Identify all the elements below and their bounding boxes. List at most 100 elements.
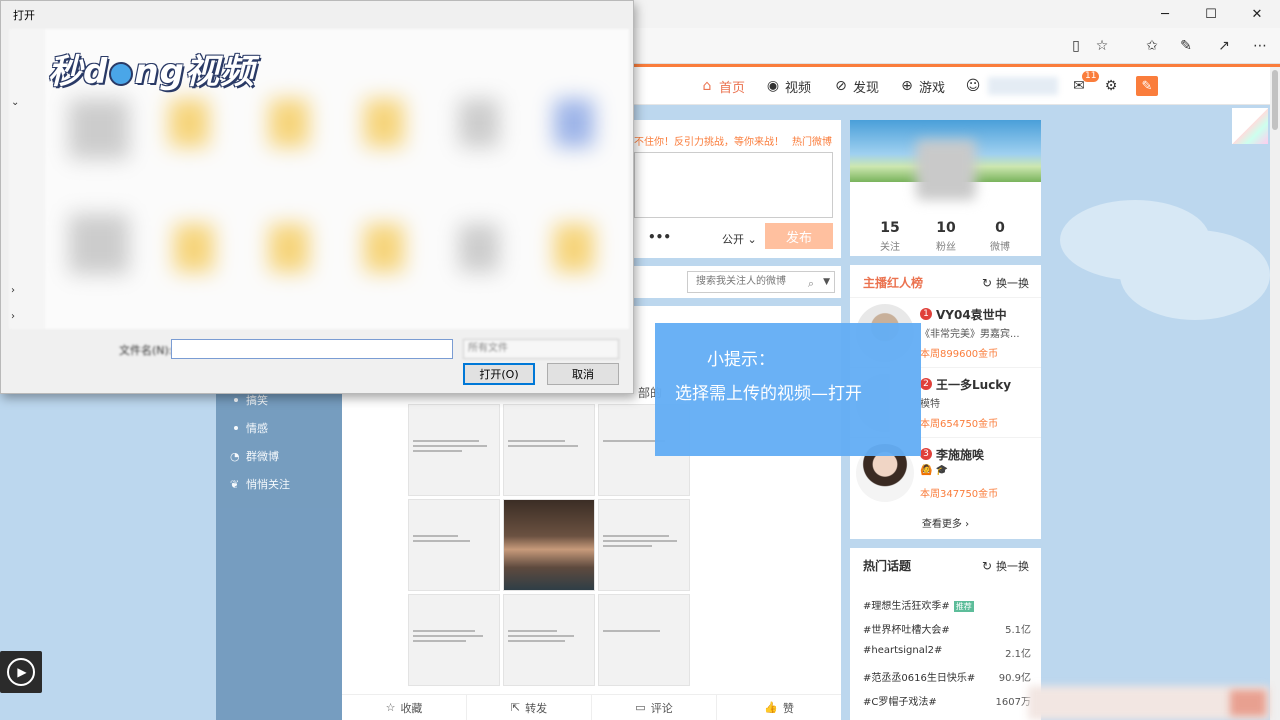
folder-icon[interactable] — [269, 224, 309, 272]
feed-image-photo[interactable] — [503, 499, 595, 591]
like-action[interactable]: 👍 赞 — [717, 695, 841, 720]
reading-view-icon[interactable]: ▯ — [1066, 36, 1086, 56]
nav-settings[interactable]: ⚙ — [1102, 76, 1123, 96]
folder-icon[interactable] — [459, 99, 499, 147]
feed-actions: ☆ 收藏 ⇱ 转发 ▭ 评论 👍 赞 — [342, 694, 841, 720]
comment-action[interactable]: ▭ 评论 — [592, 695, 717, 720]
chevron-down-icon[interactable]: ⌄ — [11, 97, 19, 108]
left-nav-item-funny[interactable]: 搞笑 — [230, 392, 268, 408]
search-icon[interactable]: ⌕ — [808, 274, 814, 294]
folder-icon[interactable] — [174, 224, 214, 272]
nav-game[interactable]: ⊕ 游戏 — [898, 76, 945, 96]
topic-item[interactable]: #世界杯吐槽大会# 5.1亿 — [863, 621, 1031, 636]
open-button[interactable]: 打开(O) — [463, 363, 535, 385]
publish-hint[interactable]: 不住你！反引力挑战，等你来战！ — [634, 133, 784, 148]
stat-following[interactable]: 15 关注 — [860, 220, 920, 253]
weibo-header: ⌂ 首页 ◉ 视频 ⊘ 发现 ⊕ 游戏 ☺ ✉ 11 ⚙ ✎ — [634, 67, 1270, 105]
corner-decor — [1232, 108, 1268, 144]
nav-video[interactable]: ◉ 视频 — [764, 76, 811, 96]
chevron-right-icon[interactable]: › — [11, 285, 15, 296]
play-icon: ▶ — [7, 658, 35, 686]
maximize-button[interactable]: ☐ — [1188, 0, 1234, 28]
see-more-link[interactable]: 查看更多 › — [850, 515, 1041, 530]
nav-home[interactable]: ⌂ 首页 — [698, 76, 745, 96]
watermark-logo: 秒d ng视频 — [48, 52, 255, 92]
close-button[interactable]: ✕ — [1234, 0, 1280, 28]
feed-search-bar: 搜索我关注人的微博 ⌕ ▼ — [634, 266, 841, 298]
filename-label: 文件名(N): — [119, 344, 173, 357]
topic-item[interactable]: #heartsignal2# 2.1亿 — [863, 645, 1031, 660]
visibility-select[interactable]: 公开 ⌄ — [722, 231, 757, 247]
chevron-right-icon[interactable]: › — [11, 311, 15, 322]
topics-title: 热门话题 — [863, 559, 912, 573]
scrollbar-thumb[interactable] — [1272, 70, 1278, 130]
tip-body: 选择需上传的视频—打开 — [675, 384, 862, 404]
feed-image[interactable] — [408, 404, 500, 496]
folder-icon[interactable] — [459, 224, 499, 272]
publish-box: 不住你！反引力挑战，等你来战！ 热门微博 ••• 公开 ⌄ 发布 — [634, 120, 841, 258]
rank-refresh-button[interactable]: ↻ 换一换 — [982, 275, 1029, 291]
username-blurred — [988, 77, 1058, 95]
cancel-button[interactable]: 取消 — [547, 363, 619, 385]
left-nav-item-emotion[interactable]: 情感 — [230, 420, 268, 436]
avatar[interactable] — [916, 140, 976, 200]
repost-action[interactable]: ⇱ 转发 — [467, 695, 592, 720]
favorite-star-icon[interactable]: ☆ — [1092, 36, 1112, 56]
compose-button[interactable]: ✎ — [1136, 76, 1158, 96]
topic-item[interactable]: #范丞丞0616生日快乐# 90.9亿 — [863, 669, 1031, 684]
hot-weibo-link[interactable]: 热门微博 — [792, 133, 832, 148]
thumbs-up-icon: 👍 — [764, 701, 778, 714]
feed-image[interactable] — [598, 499, 690, 591]
nav-discover[interactable]: ⊘ 发现 — [832, 76, 879, 96]
topics-refresh-button[interactable]: ↻ 换一换 — [982, 558, 1029, 574]
minimize-button[interactable]: ─ — [1142, 0, 1188, 28]
refresh-icon: ↻ — [981, 276, 992, 290]
publish-textarea[interactable] — [634, 152, 833, 218]
folder-icon[interactable] — [554, 99, 594, 147]
pen-icon[interactable]: ✎ — [1176, 36, 1196, 56]
left-nav-item-secret-follow[interactable]: ❦ 悄悄关注 — [230, 476, 290, 492]
page-scrollbar[interactable] — [1270, 67, 1280, 720]
feed-image[interactable] — [503, 404, 595, 496]
feed-image[interactable] — [598, 594, 690, 686]
stat-weibo[interactable]: 0 微博 — [970, 220, 1030, 253]
folder-icon[interactable] — [269, 99, 309, 147]
feed-image[interactable] — [503, 594, 595, 686]
feed-image[interactable] — [408, 594, 500, 686]
favorites-list-icon[interactable]: ✩ — [1142, 36, 1162, 56]
gamepad-icon: ⊕ — [901, 78, 913, 94]
cloud-decor — [1120, 230, 1270, 320]
folder-icon[interactable] — [364, 99, 404, 147]
folder-icon[interactable] — [69, 99, 129, 159]
filename-input[interactable] — [171, 339, 453, 359]
publish-more-button[interactable]: ••• — [648, 230, 671, 244]
feed-image[interactable] — [408, 499, 500, 591]
folder-icon[interactable] — [364, 224, 404, 272]
play-button[interactable]: ▶ — [0, 651, 42, 693]
folder-icon[interactable] — [69, 214, 129, 274]
comment-icon: ▭ — [635, 701, 646, 714]
dropdown-arrow-icon[interactable]: ▼ — [823, 272, 830, 292]
favorite-action[interactable]: ☆ 收藏 — [342, 695, 467, 720]
dialog-title: 打开 — [13, 9, 35, 22]
star-icon: ☆ — [385, 701, 396, 714]
nav-home-label: 首页 — [719, 80, 746, 96]
filetype-select[interactable]: 所有文件 — [463, 339, 619, 359]
rank-title: 主播红人榜 — [863, 276, 924, 290]
publish-button[interactable]: 发布 — [765, 223, 833, 249]
topic-item[interactable]: #理想生活狂欢季# 推荐 — [863, 597, 1031, 612]
more-icon[interactable]: ⋯ — [1250, 36, 1270, 56]
navigation-pane[interactable] — [9, 29, 45, 329]
video-icon: ◉ — [766, 78, 780, 94]
folder-icon[interactable] — [554, 224, 594, 272]
feed-image-grid — [408, 404, 692, 686]
feed-search-input[interactable]: 搜索我关注人的微博 ⌕ ▼ — [687, 271, 835, 293]
left-nav-item-group[interactable]: ◔ 群微博 — [230, 448, 279, 464]
folder-icon[interactable] — [169, 99, 209, 147]
nav-messages[interactable]: ✉ 11 — [1070, 71, 1100, 96]
nav-user[interactable]: ☺ — [964, 76, 985, 96]
topic-item[interactable]: #C罗帽子戏法# 1607万 — [863, 693, 1031, 708]
stat-fans[interactable]: 10 粉丝 — [916, 220, 976, 253]
share-icon[interactable]: ↗ — [1214, 36, 1234, 56]
hot-topics-card: 热门话题 ↻ 换一换 #理想生活狂欢季# 推荐 #世界杯吐槽大会# 5.1亿 #hea… — [850, 548, 1041, 720]
